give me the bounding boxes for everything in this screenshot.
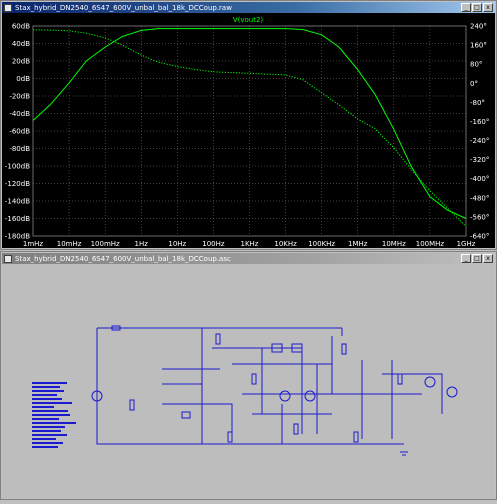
y-right-tick-label: 240° [470, 23, 487, 31]
y-right-tick-label: 80° [470, 61, 482, 69]
y-right-tick-label: 0° [470, 80, 478, 88]
resistor-symbol[interactable] [341, 343, 347, 355]
y-right-tick-label: -640° [470, 233, 489, 241]
schematic-window-title: Stax_hybrid_DN2540_6S47_600V_unbal_bal_1… [15, 254, 231, 263]
y-left-tick-label: -180dB [5, 233, 30, 241]
schematic-canvas[interactable] [2, 264, 495, 498]
x-tick-label: 10mHz [57, 240, 82, 248]
x-tick-label: 10Hz [168, 240, 186, 248]
x-tick-label: 100MHz [416, 240, 445, 248]
maximize-button[interactable]: □ [472, 254, 482, 263]
y-left-tick-label: -80dB [9, 145, 30, 153]
y-left-tick-label: -120dB [5, 180, 30, 188]
trace-label-vout2[interactable]: V(vout2) [233, 16, 264, 24]
y-right-tick-label: 160° [470, 42, 487, 50]
y-left-tick-label: -140dB [5, 198, 30, 206]
y-left-tick-label: 0dB [16, 75, 30, 83]
y-left-tick-label: 40dB [12, 40, 30, 48]
schematic-window: Stax_hybrid_DN2540_6S47_600V_unbal_bal_1… [0, 251, 497, 500]
resistor-symbol[interactable] [293, 423, 299, 435]
y-left-tick-label: -40dB [9, 110, 30, 118]
y-right-tick-label: -320° [470, 156, 489, 164]
waveform-window-title: Stax_hybrid_DN2540_6S47_600V_unbal_bal_1… [15, 3, 232, 12]
x-tick-label: 1GHz [457, 240, 476, 248]
x-tick-label: 100KHz [308, 240, 335, 248]
voltage-source-symbol[interactable] [446, 386, 458, 398]
x-tick-label: 100mHz [91, 240, 120, 248]
close-button[interactable]: x [483, 3, 493, 12]
y-right-tick-label: -80° [470, 99, 485, 107]
ground-symbol [400, 451, 408, 456]
resistor-symbol[interactable] [215, 333, 221, 345]
spice-directives-block[interactable] [32, 382, 76, 448]
y-right-tick-label: -160° [470, 118, 489, 126]
maximize-button[interactable]: □ [472, 3, 482, 12]
resistor-symbol[interactable] [129, 399, 135, 411]
plot-area[interactable]: V(vout2) 1mHz 10mHz 100mHz 1Hz 10Hz 100Hz 1KHz… [2, 13, 495, 248]
x-tick-label: 10MHz [382, 240, 406, 248]
minimize-button[interactable]: _ [461, 3, 471, 12]
x-tick-label: 10KHz [274, 240, 297, 248]
schematic-window-titlebar[interactable]: Stax_hybrid_DN2540_6S47_600V_unbal_bal_1… [2, 253, 495, 264]
x-tick-label: 1mHz [23, 240, 44, 248]
close-button[interactable]: x [483, 254, 493, 263]
x-tick-label: 1KHz [241, 240, 259, 248]
waveform-window: Stax_hybrid_DN2540_6S47_600V_unbal_bal_1… [0, 0, 497, 250]
schematic-components [91, 325, 458, 456]
resistor-symbol[interactable] [227, 431, 233, 443]
waveform-app-icon [4, 3, 12, 12]
y-right-tick-label: -480° [470, 194, 489, 202]
x-tick-label: 1Hz [135, 240, 149, 248]
magnitude-trace[interactable] [32, 28, 467, 219]
schematic-drawing[interactable] [2, 264, 497, 500]
tube-symbol[interactable] [279, 390, 291, 402]
y-left-tick-label: -20dB [9, 93, 30, 101]
y-left-tick-label: -60dB [9, 128, 30, 136]
voltage-source-symbol[interactable] [424, 376, 436, 388]
minimize-button[interactable]: _ [461, 254, 471, 263]
resistor-symbol[interactable] [397, 373, 403, 385]
tube-symbol[interactable] [304, 390, 316, 402]
bode-plot[interactable]: V(vout2) 1mHz 10mHz 100mHz 1Hz 10Hz 100Hz 1KHz… [2, 13, 497, 250]
x-tick-label: 1MHz [348, 240, 368, 248]
waveform-window-titlebar[interactable]: Stax_hybrid_DN2540_6S47_600V_unbal_bal_1… [2, 2, 495, 13]
transistor-symbol[interactable] [181, 411, 191, 419]
resistor-symbol[interactable] [251, 373, 257, 385]
resistor-symbol[interactable] [353, 431, 359, 443]
y-right-tick-label: -400° [470, 175, 489, 183]
schematic-app-icon [4, 254, 12, 263]
y-left-tick-label: 20dB [12, 58, 30, 66]
y-left-tick-label: 60dB [12, 23, 30, 31]
y-left-tick-label: -100dB [5, 163, 30, 171]
y-right-tick-label: -560° [470, 213, 489, 221]
y-left-tick-label: -160dB [5, 215, 30, 223]
y-right-tick-label: -240° [470, 137, 489, 145]
x-tick-label: 100Hz [202, 240, 225, 248]
